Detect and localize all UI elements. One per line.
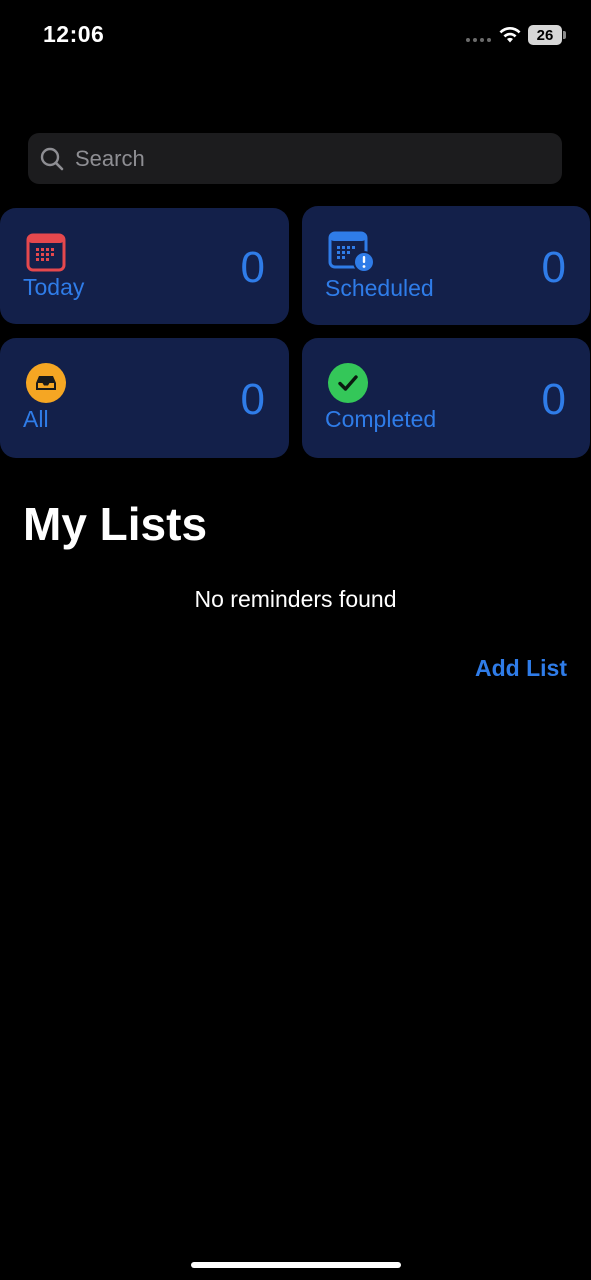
search-input[interactable]	[73, 144, 517, 173]
battery-cap	[563, 31, 566, 39]
status-bar: 12:06 26	[0, 0, 591, 70]
empty-state-message: No reminders found	[194, 586, 397, 612]
calendar-alert-icon	[328, 231, 375, 273]
smart-list-all[interactable]: All 0	[0, 338, 289, 458]
smart-list-count: 0	[240, 243, 265, 292]
smart-list-count: 0	[240, 375, 265, 424]
calendar-icon	[26, 233, 66, 272]
smart-list-label: All	[23, 406, 49, 432]
battery-icon: 26	[528, 25, 562, 45]
wifi-icon	[499, 27, 521, 43]
checkmark-icon	[328, 363, 368, 403]
search-bar[interactable]	[28, 133, 562, 184]
status-time: 12:06	[43, 21, 105, 47]
home-indicator[interactable]	[191, 1262, 401, 1268]
smart-list-label: Scheduled	[325, 275, 434, 301]
smart-list-scheduled[interactable]: Scheduled 0	[302, 206, 590, 325]
smart-list-label: Completed	[325, 406, 437, 432]
search-icon	[40, 147, 64, 170]
smart-list-label: Today	[23, 274, 85, 300]
add-list-button[interactable]: Add List	[475, 655, 567, 682]
smart-list-completed[interactable]: Completed 0	[302, 338, 590, 458]
smart-list-today[interactable]: Today 0	[0, 208, 289, 324]
my-lists-title: My Lists	[23, 498, 208, 550]
smart-list-count: 0	[541, 375, 566, 424]
smart-list-count: 0	[541, 243, 566, 292]
tray-icon	[26, 363, 66, 403]
cellular-icon	[466, 38, 491, 42]
